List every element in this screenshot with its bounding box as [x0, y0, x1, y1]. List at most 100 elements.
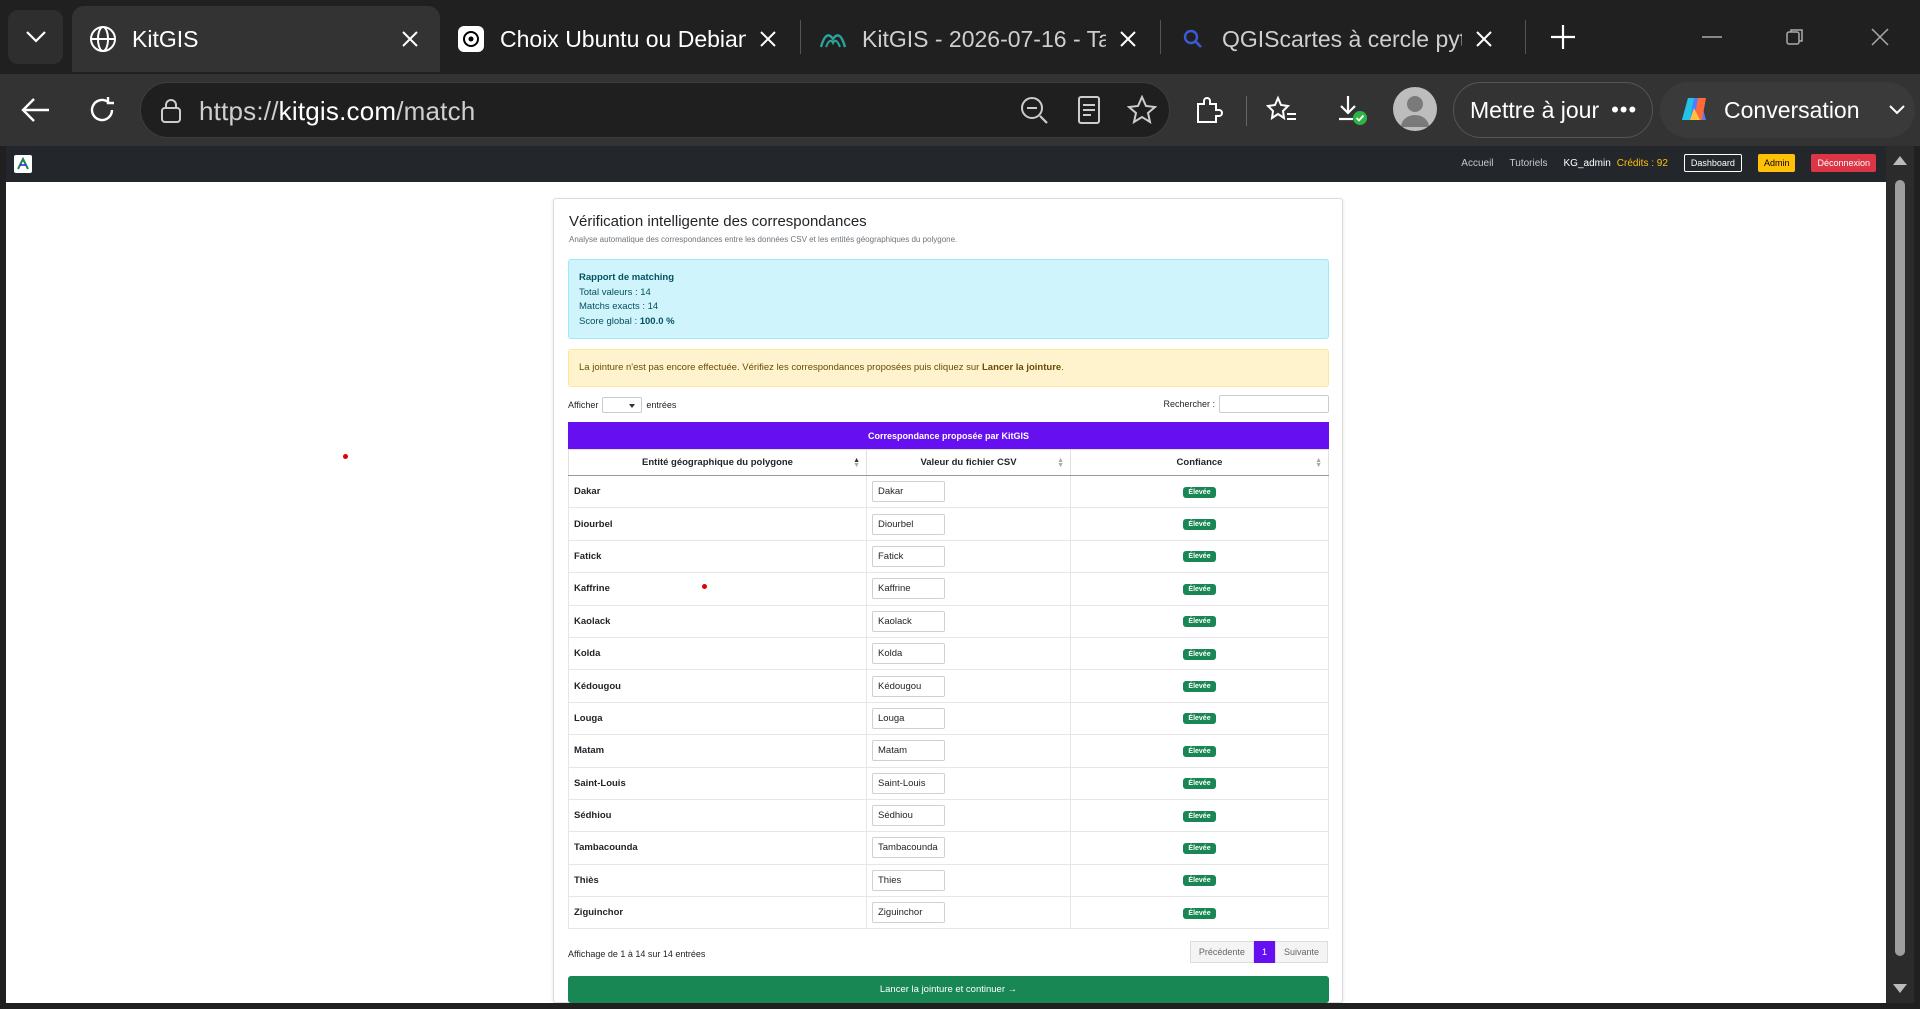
nav-logout-button[interactable]: Déconnexion — [1811, 154, 1876, 172]
update-browser-button[interactable]: Mettre à jour ••• — [1453, 82, 1653, 138]
profile-avatar[interactable] — [1393, 87, 1437, 131]
search-label: Rechercher : — [1163, 399, 1215, 409]
csv-value-input[interactable]: Dakar — [872, 481, 945, 503]
scroll-up-arrow[interactable] — [1893, 156, 1907, 165]
entries-select[interactable] — [602, 397, 643, 413]
entries-label: entrées — [646, 400, 677, 410]
pagination-next[interactable]: Suivante — [1274, 941, 1328, 963]
scrollbar-thumb[interactable] — [1895, 180, 1905, 956]
address-bar[interactable]: https://kitgis.com/match — [140, 82, 1170, 138]
confidence-badge: Élevée — [1183, 616, 1216, 628]
sort-icon: ▲ ▼ — [1057, 457, 1064, 469]
close-icon[interactable] — [1470, 25, 1498, 53]
new-tab-button[interactable] — [1545, 14, 1581, 60]
tab-separator — [800, 20, 801, 54]
copilot-conversation-button[interactable]: Conversation — [1660, 82, 1915, 138]
page-scrollbar[interactable] — [1886, 146, 1914, 1003]
kitgis-icon — [818, 24, 848, 54]
confidence-cell: Élevée — [1070, 896, 1329, 930]
value-cell: Sédhiou — [866, 798, 1071, 833]
favorites-button[interactable] — [1260, 88, 1304, 132]
nav-dashboard-button[interactable]: Dashboard — [1683, 154, 1742, 172]
pagination-page-1[interactable]: 1 — [1253, 941, 1275, 963]
column-label: Valeur du fichier CSV — [920, 457, 1017, 468]
confidence-badge: Élevée — [1183, 778, 1216, 790]
table-row: Ziguinchor Ziguinchor Élevée — [568, 896, 1329, 930]
nav-admin-button[interactable]: Admin — [1757, 154, 1796, 172]
csv-value-input[interactable]: Saint-Louis — [872, 772, 945, 794]
csv-value-input[interactable]: Kédougou — [872, 675, 945, 697]
tab-separator — [1160, 20, 1161, 54]
proposal-banner: Correspondance proposée par KitGIS — [568, 422, 1329, 449]
csv-value-input[interactable]: Tambacounda — [872, 837, 945, 859]
launch-join-button[interactable]: Lancer la jointure et continuer → — [568, 976, 1329, 1003]
url-scheme: https:// — [199, 96, 279, 126]
user-icon — [1401, 96, 1429, 127]
csv-value-input[interactable]: Sédhiou — [872, 805, 945, 827]
confidence-badge: Élevée — [1183, 745, 1216, 757]
csv-value-input[interactable]: Kaolack — [872, 610, 945, 632]
confidence-badge: Élevée — [1183, 907, 1216, 919]
reload-button[interactable] — [80, 88, 124, 132]
more-dots-icon[interactable]: ••• — [1611, 97, 1637, 123]
tab-search-qgis[interactable]: QGIScartes à cercle python — [1162, 6, 1514, 72]
nav-home-link[interactable]: Accueil — [1461, 158, 1493, 169]
copilot-label: Conversation — [1724, 96, 1860, 123]
nav-tutorials-link[interactable]: Tutoriels — [1510, 158, 1548, 169]
tab-kitgis[interactable]: KitGIS — [72, 6, 440, 72]
zoom-out-icon[interactable] — [1019, 95, 1049, 130]
table-row: Tambacounda Tambacounda Élevée — [568, 831, 1329, 865]
restore-button[interactable] — [1765, 14, 1825, 60]
confidence-badge: Élevée — [1183, 583, 1216, 595]
favorite-star-icon[interactable] — [1126, 94, 1158, 130]
pagination: Précédente 1 Suivante — [1189, 941, 1328, 963]
confidence-cell: Élevée — [1070, 701, 1329, 736]
minimize-button[interactable] — [1682, 14, 1742, 60]
back-button[interactable] — [14, 88, 58, 132]
csv-value-input[interactable]: Louga — [872, 707, 945, 729]
entity-cell: Sédhiou — [568, 798, 867, 833]
report-exact: Matchs exacts : 14 — [579, 300, 1318, 315]
reader-view-icon[interactable] — [1077, 95, 1101, 130]
tab-kitgis-table[interactable]: KitGIS - 2026-07-16 - Table — [802, 6, 1158, 72]
scroll-down-arrow[interactable] — [1893, 984, 1907, 993]
search-input[interactable] — [1219, 395, 1329, 413]
tab-chatgpt[interactable]: Choix Ubuntu ou Debian — [440, 6, 798, 72]
downloads-button[interactable] — [1330, 88, 1374, 132]
close-window-button[interactable] — [1850, 14, 1910, 60]
confidence-cell: Élevée — [1070, 636, 1329, 671]
extensions-button[interactable] — [1186, 88, 1230, 132]
csv-value-input[interactable]: Kolda — [872, 643, 945, 665]
column-label: Confiance — [1176, 457, 1223, 468]
csv-value-input[interactable]: Ziguinchor — [872, 902, 945, 924]
csv-value-input[interactable]: Thies — [872, 869, 945, 891]
chevron-down-icon[interactable] — [1888, 104, 1906, 116]
confidence-badge: Élevée — [1183, 681, 1216, 693]
column-header-entity[interactable]: Entité géographique du polygone ▲ ▼ — [568, 449, 867, 476]
confidence-badge: Élevée — [1183, 648, 1216, 660]
close-icon[interactable] — [396, 25, 424, 53]
entity-cell: Kaffrine — [568, 572, 867, 606]
column-header-value[interactable]: Valeur du fichier CSV ▲ ▼ — [866, 449, 1071, 476]
tab-actions-menu-button[interactable] — [8, 10, 63, 64]
table-row: Kaffrine Kaffrine Élevée — [568, 572, 1329, 606]
table-header-row: Entité géographique du polygone ▲ ▼ Valeur… — [568, 449, 1329, 476]
entity-cell: Fatick — [568, 539, 867, 574]
confidence-badge: Élevée — [1183, 519, 1216, 531]
pagination-previous[interactable]: Précédente — [1189, 941, 1254, 963]
csv-value-input[interactable]: Kaffrine — [872, 578, 945, 600]
close-icon[interactable] — [1114, 25, 1142, 53]
confidence-cell: Élevée — [1070, 831, 1329, 865]
nav-credits: Crédits : 92 — [1616, 157, 1668, 169]
entity-cell: Kaolack — [568, 604, 867, 638]
site-info-icon[interactable] — [159, 98, 183, 124]
csv-value-input[interactable]: Diourbel — [872, 513, 945, 535]
value-cell: Saint-Louis — [866, 766, 1071, 800]
csv-value-input[interactable]: Fatick — [872, 545, 945, 567]
csv-value-input[interactable]: Matam — [872, 740, 945, 762]
kitgis-logo-icon[interactable] — [14, 155, 32, 173]
close-icon[interactable] — [754, 25, 782, 53]
value-cell: Kédougou — [866, 669, 1071, 703]
confidence-cell: Élevée — [1070, 474, 1329, 509]
column-header-confidence[interactable]: Confiance ▲ ▼ — [1070, 449, 1329, 476]
